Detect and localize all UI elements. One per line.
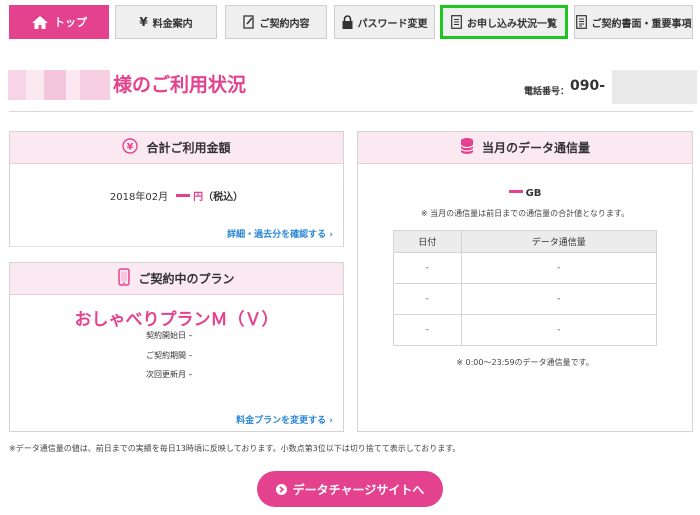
phone-number: 090- (570, 78, 606, 94)
table-cell: - (460, 314, 658, 346)
page-title: 様のご利用状況 (113, 74, 247, 96)
smartphone-icon (118, 268, 131, 289)
table-row: - - (393, 252, 658, 284)
table-cell: - (393, 314, 462, 346)
next-renewal-month: 次回更新月 – (146, 370, 193, 379)
plan-name: おしゃべりプランＭ（Ｖ） (74, 310, 279, 330)
change-plan-link[interactable]: 料金プランを変更する › (236, 413, 333, 426)
svg-text:¥: ¥ (127, 143, 134, 153)
column-header-date: 日付 (393, 230, 462, 253)
billing-unit: 円 (193, 192, 204, 203)
tab-top[interactable]: トップ (9, 5, 109, 39)
data-charge-site-button[interactable]: データチャージサイトへ (257, 471, 443, 507)
document-icon (575, 15, 587, 29)
billing-month: 2018年02月 (109, 192, 169, 203)
contract-start-date: 契約開始日 – (146, 331, 193, 340)
billing-panel-header: ¥ 合計ご利用金額 (10, 132, 343, 164)
tab-application-status[interactable]: お申し込み状況一覧 (440, 5, 568, 39)
tab-contract-label: ご契約内容 (259, 18, 310, 30)
tab-application-status-label: お申し込み状況一覧 (467, 18, 557, 30)
arrow-circle-icon (275, 483, 287, 495)
tab-pricing[interactable]: ¥ 料金案内 (115, 5, 217, 39)
table-row: - - (393, 314, 658, 346)
data-usage-amount: GB (358, 188, 692, 199)
data-cylinder-icon (460, 137, 474, 158)
masked-data-amount (508, 190, 523, 193)
tax-note: （税込） (203, 192, 244, 203)
billing-amount-row: 2018年02月 円（税込） (10, 188, 343, 203)
table-header-row: 日付 データ通信量 (393, 230, 658, 253)
table-cell: - (393, 283, 462, 315)
edit-document-icon (242, 15, 255, 29)
tab-pricing-label: 料金案内 (152, 18, 193, 30)
contract-period: ご契約期間 – (146, 351, 193, 360)
tab-contract-documents[interactable]: ご契約書面・重要事項 (574, 5, 693, 39)
tab-contract-documents-label: ご契約書面・重要事項 (591, 18, 692, 30)
table-row: - - (393, 283, 658, 315)
data-usage-panel-header: 当月のデータ通信量 (358, 132, 692, 164)
masked-phone-number (612, 70, 697, 104)
table-cell: - (393, 252, 462, 284)
tab-top-label: トップ (54, 16, 87, 29)
column-header-data-volume: データ通信量 (460, 230, 658, 253)
data-usage-note: ※ 当月の通信量は前日までの通信量の合計値となります。 (420, 209, 630, 218)
billing-title: 合計ご利用金額 (146, 141, 231, 155)
masked-amount (176, 194, 191, 197)
data-time-note: ※ 0:00〜23:59のデータ通信量です。 (456, 358, 594, 367)
billing-detail-link[interactable]: 詳細・過去分を確認する › (227, 227, 333, 240)
table-cell: - (460, 252, 658, 284)
plan-panel: ご契約中のプラン おしゃべりプランＭ（Ｖ） 契約開始日 – ご契約期間 – 次回… (9, 262, 344, 432)
data-usage-panel: 当月のデータ通信量 GB ※ 当月の通信量は前日までの通信量の合計値となります。… (357, 131, 693, 432)
data-unit: GB (525, 188, 542, 199)
phone-label: 電話番号： (524, 87, 570, 97)
tab-password[interactable]: パスワード変更 (334, 5, 435, 39)
data-footnote: ※データ通信量の値は、前日までの実績を毎日13時頃に反映しております。小数点第3… (9, 444, 461, 453)
billing-panel: ¥ 合計ご利用金額 2018年02月 円（税込） 詳細・過去分を確認する › (9, 131, 344, 247)
tab-password-label: パスワード変更 (357, 18, 428, 30)
home-icon (31, 15, 49, 30)
header-divider (9, 111, 693, 112)
data-charge-button-label: データチャージサイトへ (292, 482, 425, 497)
table-cell: - (460, 283, 658, 315)
lock-icon (342, 15, 353, 29)
plan-title: ご契約中のプラン (138, 272, 235, 286)
yen-icon: ¥ (139, 15, 148, 29)
plan-panel-header: ご契約中のプラン (10, 263, 343, 295)
tab-contract[interactable]: ご契約内容 (225, 5, 327, 39)
main-nav: トップ ¥ 料金案内 ご契約内容 パスワード変更 お申し込み状況一覧 ご契約書面… (9, 5, 693, 39)
yen-coin-icon: ¥ (122, 138, 139, 157)
list-document-icon (451, 15, 462, 29)
data-usage-title: 当月のデータ通信量 (481, 141, 590, 155)
data-usage-table: 日付 データ通信量 - - - - - - (393, 230, 658, 346)
billing-divider (10, 246, 343, 247)
